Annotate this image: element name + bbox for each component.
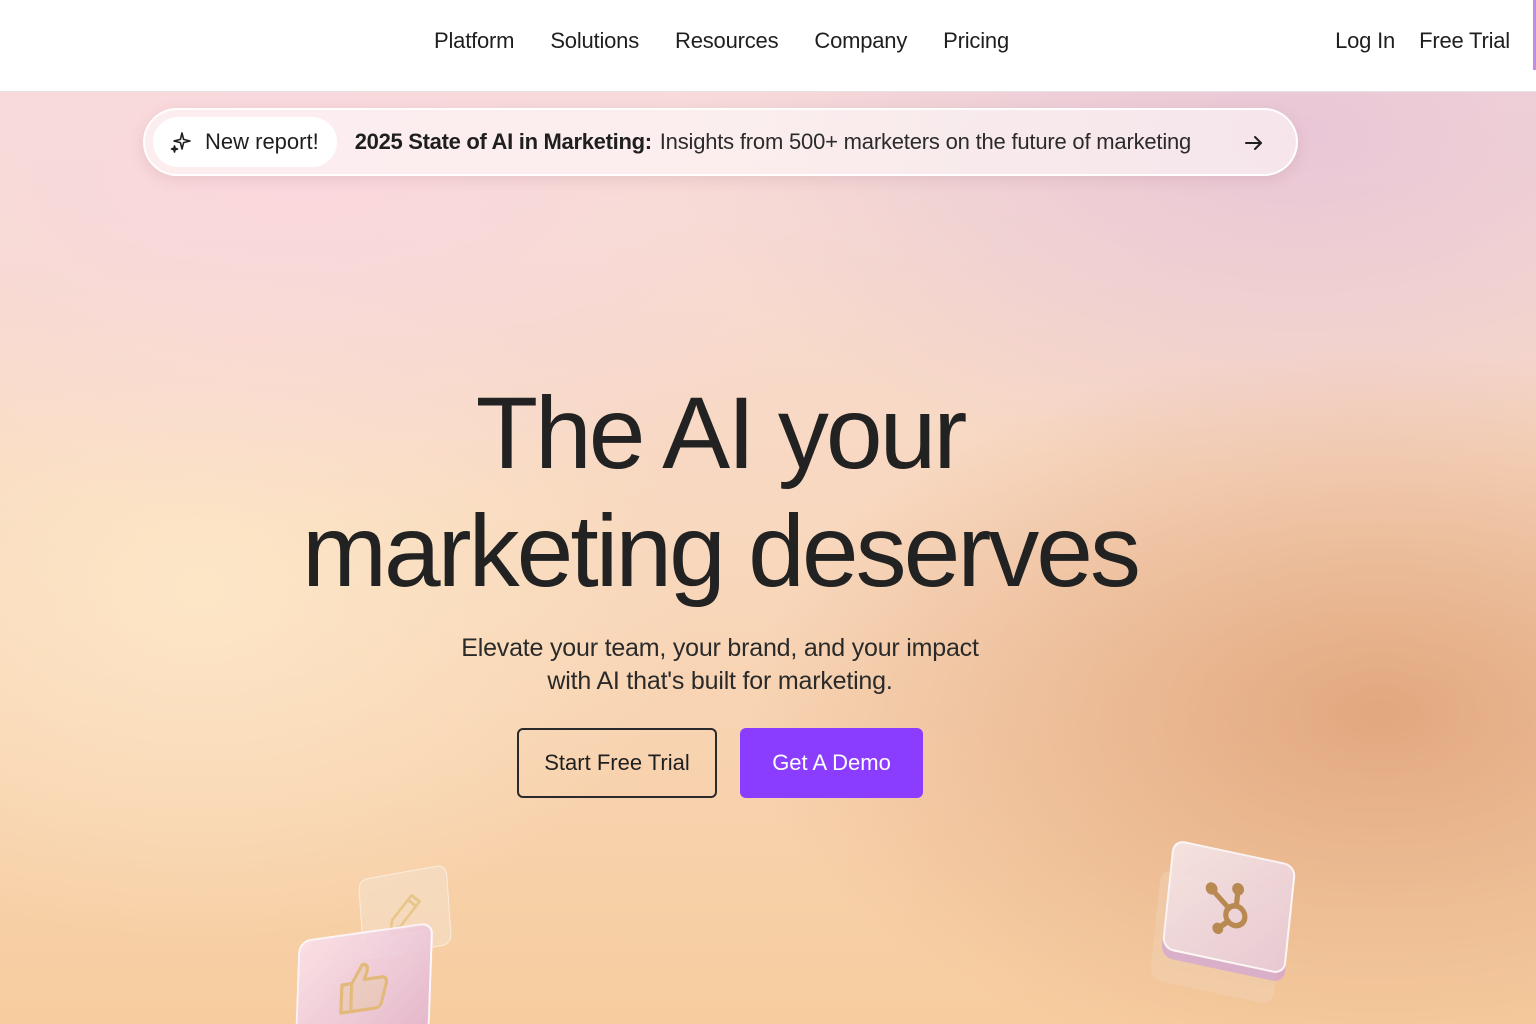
nav-actions: Log In Free Trial [1335, 0, 1510, 82]
thumbs-up-icon [339, 962, 389, 1015]
login-link[interactable]: Log In [1335, 28, 1395, 54]
nav-item-company[interactable]: Company [814, 28, 907, 54]
hero-headline-line1: The AI your [475, 376, 968, 490]
hero-headline-line2: marketing deserves [301, 494, 1141, 608]
announcement-banner[interactable]: New report! 2025 State of AI in Marketin… [143, 108, 1298, 176]
top-navigation: Platform Solutions Resources Company Pri… [0, 0, 1536, 92]
hero-section: New report! 2025 State of AI in Marketin… [0, 92, 1536, 1024]
nav-item-pricing[interactable]: Pricing [943, 28, 1009, 54]
hero-subheading-line1: Elevate your team, your brand, and your … [461, 634, 979, 662]
hero-headline: The AI your marketing deserves [240, 374, 1200, 610]
hero-subheading-line2: with AI that's built for marketing. [547, 667, 893, 695]
hero-subheading: Elevate your team, your brand, and your … [420, 632, 1020, 698]
main-menu: Platform Solutions Resources Company Pri… [434, 0, 1009, 82]
sparkle-icon [169, 130, 193, 154]
thumbs-up-tile [294, 921, 434, 1024]
get-a-demo-button[interactable]: Get A Demo [740, 728, 923, 798]
free-trial-link[interactable]: Free Trial [1419, 28, 1510, 54]
announcement-tag-label: New report! [205, 129, 319, 154]
arrow-right-icon[interactable] [1242, 131, 1266, 155]
announcement-tag: New report! [153, 117, 337, 167]
announcement-title: 2025 State of AI in Marketing: [354, 129, 652, 154]
nav-item-solutions[interactable]: Solutions [550, 28, 639, 54]
announcement-description: Insights from 500+ marketers on the futu… [659, 129, 1192, 154]
start-free-trial-button[interactable]: Start Free Trial [517, 728, 717, 798]
nav-item-resources[interactable]: Resources [675, 28, 779, 54]
hubspot-sprocket-icon [1205, 882, 1248, 935]
nav-item-platform[interactable]: Platform [434, 28, 515, 54]
